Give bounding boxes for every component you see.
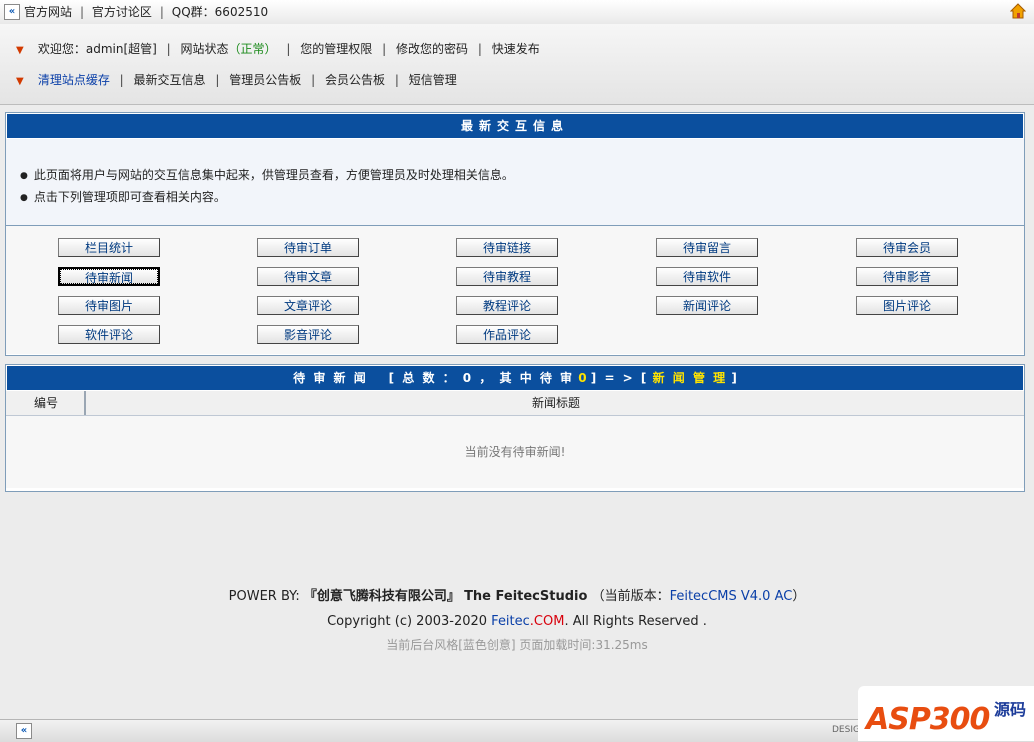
version-suffix: ）: [792, 589, 806, 604]
pending-count: 0: [578, 371, 587, 385]
copyright-line: Copyright (c) 2003-2020 Feitec.COM. All …: [0, 613, 1034, 631]
intro-box: 此页面将用户与网站的交互信息集中起来，供管理员查看，方便管理员及时处理相关信息。…: [6, 139, 1024, 226]
nav-admin-board-link[interactable]: 管理员公告板: [229, 73, 301, 87]
table-header: 编号 新闻标题: [6, 391, 1024, 416]
official-forum-link[interactable]: 官方讨论区: [92, 5, 152, 19]
collapse-left-icon[interactable]: «: [4, 4, 20, 20]
powered-by-line: POWER BY: 『创意飞腾科技有限公司』 The FeitecStudio …: [0, 588, 1034, 606]
copyright-prefix: Copyright (c) 2003-2020: [327, 614, 488, 629]
empty-state: 当前没有待审新闻!: [6, 416, 1024, 488]
separator: |: [286, 42, 291, 56]
pending-software-button[interactable]: 待审软件: [656, 267, 758, 286]
site-status-link[interactable]: 网站状态（正常）: [181, 42, 277, 56]
welcome-prefix: 欢迎您：: [37, 42, 86, 56]
brand-domain: .COM: [529, 614, 565, 629]
article-comments-button[interactable]: 文章评论: [257, 296, 359, 315]
style-info-line: 当前后台风格[蓝色创意] 页面加载时间:31.25ms: [386, 638, 648, 652]
nav-permissions-link[interactable]: 您的管理权限: [300, 42, 372, 56]
panel-title: 最新交互信息: [6, 113, 1024, 139]
version-link[interactable]: FeitecCMS V4.0 AC: [670, 589, 793, 604]
home-icon[interactable]: [1010, 3, 1026, 19]
pending-media-button[interactable]: 待审影音: [856, 267, 958, 286]
watermark-logo-text: ASP300: [866, 702, 990, 737]
nav-sms-link[interactable]: 短信管理: [409, 73, 457, 87]
top-bar: « 官方网站 | 官方讨论区 | QQ群：6602510: [0, 0, 1034, 25]
site-status-label: 网站状态: [180, 42, 229, 56]
footer: POWER BY: 『创意飞腾科技有限公司』 The FeitecStudio …: [0, 588, 1034, 654]
separator: |: [159, 5, 164, 19]
nav-quick-publish-link[interactable]: 快速发布: [492, 42, 540, 56]
version-prefix: （当前版本：: [591, 589, 670, 604]
separator: |: [394, 73, 399, 87]
nav-change-password-link[interactable]: 修改您的密码: [396, 42, 468, 56]
column-id-header: 编号: [6, 391, 86, 415]
intro-line: 点击下列管理项即可查看相关内容。: [20, 187, 514, 209]
media-comments-button[interactable]: 影音评论: [257, 325, 359, 344]
nav-latest-interactions-link[interactable]: 最新交互信息: [134, 73, 206, 87]
copyright-suffix: . All Rights Reserved .: [564, 614, 707, 629]
intro-line: 此页面将用户与网站的交互信息集中起来，供管理员查看，方便管理员及时处理相关信息。: [20, 165, 514, 187]
header-nav: ▼ 欢迎您：admin[超管] | 网站状态（正常） | 您的管理权限 | 修改…: [0, 24, 1034, 105]
separator: |: [166, 42, 171, 56]
pending-images-button[interactable]: 待审图片: [58, 296, 160, 315]
pending-news-button[interactable]: 待审新闻: [58, 267, 160, 286]
company-name: 『创意飞腾科技有限公司』: [303, 589, 460, 604]
nav-row-tools: ▼ 清理站点缓存 | 最新交互信息 | 管理员公告板 | 会员公告板 | 短信管…: [16, 71, 457, 89]
pending-links-button[interactable]: 待审链接: [456, 238, 558, 257]
watermark-logo-cn: 源码: [993, 700, 1026, 719]
site-status-value: （正常）: [228, 42, 277, 56]
separator: |: [311, 73, 316, 87]
nav-row-account: ▼ 欢迎您：admin[超管] | 网站状态（正常） | 您的管理权限 | 修改…: [16, 40, 540, 58]
separator: |: [382, 42, 387, 56]
bracket-close: ]: [731, 371, 737, 385]
interaction-panel: 最新交互信息 此页面将用户与网站的交互信息集中起来，供管理员查看，方便管理员及时…: [5, 112, 1025, 356]
pending-orders-button[interactable]: 待审订单: [257, 238, 359, 257]
chevron-down-icon: ▼: [16, 45, 24, 56]
pending-members-button[interactable]: 待审会员: [856, 238, 958, 257]
software-comments-button[interactable]: 软件评论: [58, 325, 160, 344]
news-comments-button[interactable]: 新闻评论: [656, 296, 758, 315]
arrow-text: ] = > [: [590, 371, 649, 385]
news-management-link[interactable]: 新 闻 管 理: [653, 371, 728, 385]
official-site-link[interactable]: 官方网站: [24, 5, 72, 19]
pending-news-title-text: 待 审 新 闻: [293, 371, 368, 385]
pending-messages-button[interactable]: 待审留言: [656, 238, 758, 257]
pending-articles-button[interactable]: 待审文章: [257, 267, 359, 286]
powered-prefix: POWER BY:: [228, 589, 300, 604]
chevron-down-icon: ▼: [16, 76, 24, 87]
top-links: 官方网站 | 官方讨论区 | QQ群：6602510: [24, 4, 272, 20]
button-grid: 栏目统计 待审订单 待审链接 待审留言 待审会员 待审新闻 待审文章 待审教程 …: [6, 226, 1024, 354]
studio-name: The FeitecStudio: [464, 589, 588, 604]
separator: |: [80, 5, 85, 19]
image-comments-button[interactable]: 图片评论: [856, 296, 958, 315]
design-label: DESIG: [832, 725, 860, 735]
collapse-left-icon[interactable]: «: [16, 723, 32, 739]
separator: |: [477, 42, 482, 56]
site-watermark-logo: ASP300 源码: [858, 686, 1034, 741]
pending-news-title: 待 审 新 闻 [ 总 数 ： 0 ， 其 中 待 审 0 ] = > [ 新 …: [6, 365, 1024, 391]
column-title-header: 新闻标题: [531, 396, 580, 410]
brand-name: Feitec: [491, 614, 530, 629]
pending-news-panel: 待 审 新 闻 [ 总 数 ： 0 ， 其 中 待 审 0 ] = > [ 新 …: [5, 364, 1025, 492]
qq-group-text: QQ群：6602510: [171, 5, 269, 19]
separator: |: [119, 73, 124, 87]
username: admin[超管]: [85, 42, 157, 56]
total-count-text: [ 总 数 ： 0 ， 其 中 待 审: [388, 371, 575, 385]
brand-link[interactable]: Feitec.COM: [491, 614, 564, 629]
nav-clear-cache-link[interactable]: 清理站点缓存: [38, 73, 110, 87]
nav-member-board-link[interactable]: 会员公告板: [325, 73, 385, 87]
column-stats-button[interactable]: 栏目统计: [58, 238, 160, 257]
separator: |: [215, 73, 220, 87]
pending-tutorials-button[interactable]: 待审教程: [456, 267, 558, 286]
work-comments-button[interactable]: 作品评论: [456, 325, 558, 344]
tutorial-comments-button[interactable]: 教程评论: [456, 296, 558, 315]
